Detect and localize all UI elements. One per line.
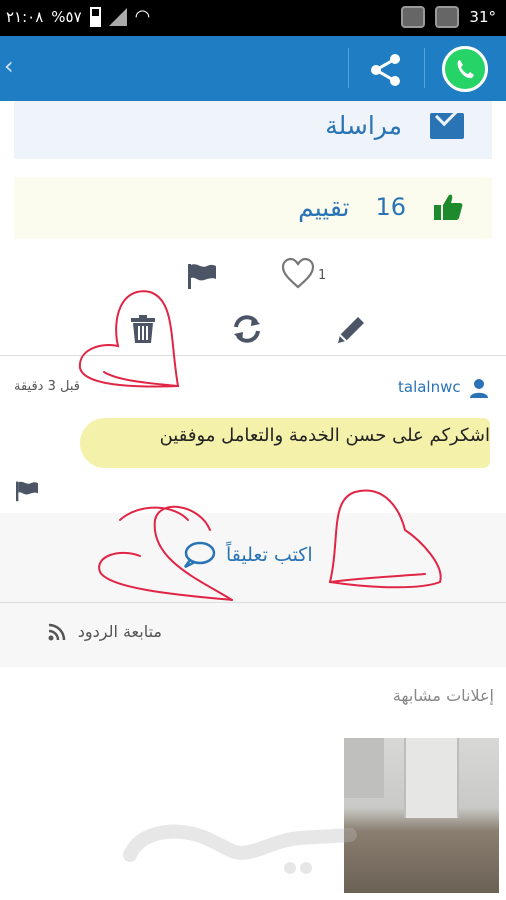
- photo-door: [344, 738, 384, 798]
- share-icon[interactable]: [366, 50, 406, 90]
- status-bar: ٢١:٠٨ %٥٧ ◠ 31°: [0, 0, 506, 36]
- thumbs-up-icon: [434, 194, 463, 220]
- heart-icon[interactable]: [280, 256, 316, 290]
- flag-icon[interactable]: [186, 262, 218, 290]
- app-bar: ‹: [0, 36, 506, 101]
- wifi-icon: ◠: [134, 6, 151, 27]
- trash-icon[interactable]: [126, 312, 160, 346]
- follow-replies-label: متابعة الردود: [77, 622, 162, 641]
- comment-text: اشكركم على حسن الخدمة والتعامل موفقين: [159, 425, 490, 446]
- flag-icon[interactable]: [14, 480, 40, 502]
- write-comment-label: اكتب تعليقاً: [226, 544, 313, 566]
- message-label: مراسلة: [325, 111, 402, 140]
- similar-ads-heading: إعلانات مشابهة: [392, 686, 494, 705]
- temperature: 31°: [469, 8, 496, 26]
- rating-count: 16: [375, 193, 406, 221]
- battery-percent: %٥٧: [51, 7, 82, 26]
- status-right: 31°: [401, 6, 496, 28]
- divider: [0, 602, 506, 603]
- clock: ٢١:٠٨: [6, 7, 44, 26]
- message-card[interactable]: مراسلة: [14, 101, 492, 159]
- signal-icon: [108, 7, 127, 26]
- divider: [0, 355, 506, 356]
- divider: [348, 48, 349, 88]
- follow-replies-button[interactable]: متابعة الردود: [48, 622, 162, 641]
- chevron-left-icon[interactable]: ‹: [4, 52, 14, 80]
- comment-username[interactable]: talalnwc: [398, 378, 461, 396]
- refresh-icon[interactable]: [230, 312, 264, 346]
- whatsapp-icon[interactable]: [442, 46, 488, 92]
- notification-icon: [435, 6, 460, 28]
- comment-time: قبل 3 دقيقة: [14, 379, 81, 394]
- rating-card[interactable]: 16 تقييم: [14, 177, 492, 239]
- chat-bubble-icon: [183, 541, 216, 569]
- watermark-logo: [123, 824, 357, 874]
- notification-icon: [401, 6, 426, 28]
- divider: [424, 48, 425, 88]
- comment-actions-section: [0, 513, 506, 667]
- envelope-icon: [430, 112, 464, 139]
- like-count: 1: [318, 268, 327, 283]
- status-left: ٢١:٠٨ %٥٧ ◠: [6, 6, 150, 27]
- user-icon: [470, 379, 488, 398]
- photo-wall: [404, 738, 459, 818]
- battery-icon: [89, 6, 101, 27]
- pencil-icon[interactable]: [334, 313, 368, 347]
- rss-icon: [48, 623, 66, 640]
- write-comment-button[interactable]: اكتب تعليقاً: [182, 540, 313, 570]
- rating-label: تقييم: [298, 192, 350, 222]
